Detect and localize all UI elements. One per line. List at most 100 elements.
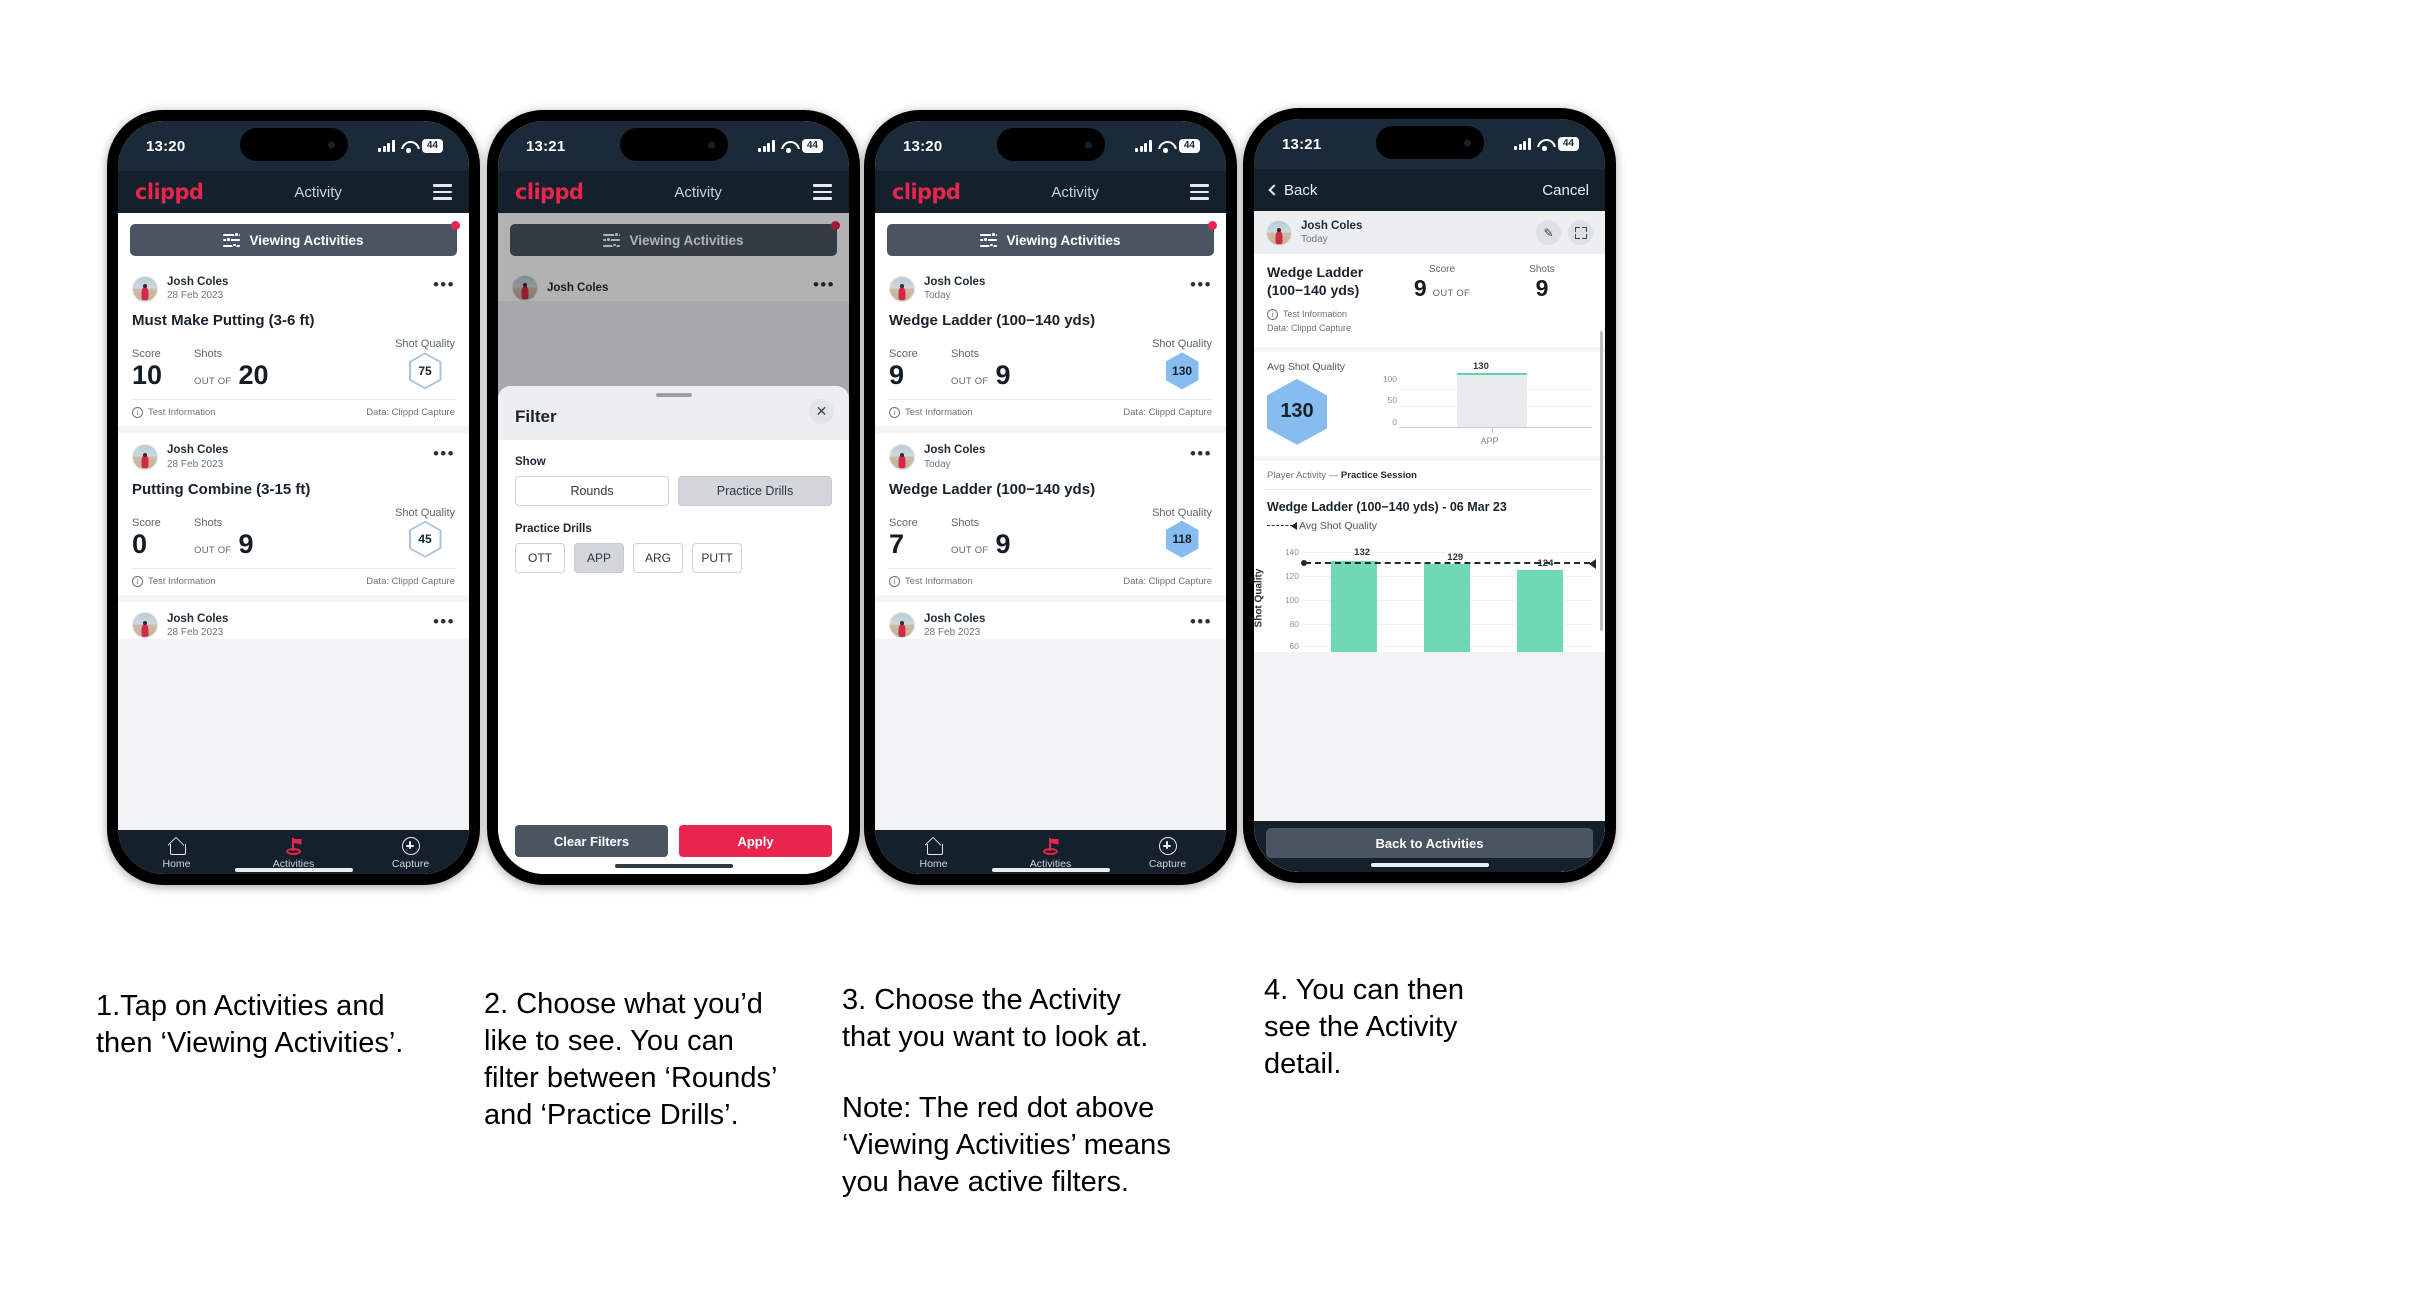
avg-shot-quality-value: 130 xyxy=(1280,400,1314,423)
phone-3-body: Viewing Activities Josh Coles Today ••• xyxy=(875,213,1226,830)
clippd-logo[interactable]: clippd xyxy=(892,180,961,204)
wifi-icon xyxy=(1158,140,1173,153)
hamburger-menu-icon[interactable] xyxy=(1189,184,1209,200)
status-indicators: 44 xyxy=(378,139,443,153)
out-of-label: OUT OF xyxy=(951,544,989,556)
close-icon[interactable]: ✕ xyxy=(809,399,834,424)
score-value: 9 xyxy=(889,360,905,391)
breadcrumb-prefix: Player Activity — xyxy=(1267,469,1339,481)
status-time: 13:21 xyxy=(1282,135,1322,153)
shots-value: 9 xyxy=(1535,275,1549,302)
filter-option-ott[interactable]: OTT xyxy=(515,543,565,573)
phone-4: 13:21 44 Back Cancel Josh Coles Today ✎ … xyxy=(1243,108,1616,883)
card-menu-icon[interactable]: ••• xyxy=(1190,445,1212,464)
tab-activities[interactable]: Activities xyxy=(1014,838,1088,870)
back-button[interactable]: Back xyxy=(1268,182,1317,199)
page-title: Activity xyxy=(674,183,722,201)
test-information[interactable]: i Test Information xyxy=(889,575,973,587)
shots-label: Shots xyxy=(194,516,223,529)
score-metric: Score 10 xyxy=(132,348,194,389)
phone-3-screen: 13:20 44 clippd Activity Viewing Activit… xyxy=(875,121,1226,874)
app-header: clippd Activity xyxy=(875,171,1226,213)
tab-home[interactable]: Home xyxy=(140,838,214,870)
expand-icon[interactable] xyxy=(1568,220,1593,246)
app-mini-bar-chart: 130 100 50 0 APP xyxy=(1377,361,1592,446)
phone-2-body: Viewing Activities Josh Coles ••• Filter… xyxy=(498,213,849,874)
bottom-tab-bar: Home Activities Capture xyxy=(875,830,1226,874)
activity-card[interactable]: Josh Coles 28 Feb 2023 ••• xyxy=(118,601,469,640)
out-of-label: OUT OF xyxy=(951,376,989,388)
activity-date: 28 Feb 2023 xyxy=(167,627,224,639)
card-menu-icon[interactable]: ••• xyxy=(1190,613,1212,632)
score-label: Score xyxy=(1428,264,1456,276)
hamburger-menu-icon[interactable] xyxy=(812,184,832,200)
test-information[interactable]: i Test Information xyxy=(132,407,216,419)
out-of-label: OUT OF xyxy=(194,376,232,388)
card-footer: i Test Information Data: Clippd Capture xyxy=(132,567,455,595)
apply-button[interactable]: Apply xyxy=(679,825,832,857)
data-source-label: Data: Clippd Capture xyxy=(1123,407,1212,419)
viewing-activities-label: Viewing Activities xyxy=(249,232,364,248)
filter-option-putt[interactable]: PUTT xyxy=(692,543,742,573)
activity-card[interactable]: Josh Coles Today ••• Wedge Ladder (100−1… xyxy=(875,265,1226,427)
wifi-icon xyxy=(1537,138,1552,151)
golf-flag-icon xyxy=(285,838,303,855)
clippd-logo[interactable]: clippd xyxy=(135,180,204,204)
activity-card[interactable]: Josh Coles 28 Feb 2023 ••• xyxy=(875,601,1226,640)
card-menu-icon[interactable]: ••• xyxy=(1190,276,1212,295)
bar-label-1: 132 xyxy=(1354,547,1371,559)
filter-option-app[interactable]: APP xyxy=(574,543,624,573)
player-name: Josh Coles xyxy=(924,444,986,457)
filter-option-arg[interactable]: ARG xyxy=(633,543,683,573)
practice-session-section: Player Activity — Practice Session Wedge… xyxy=(1254,460,1605,652)
card-header: Josh Coles 28 Feb 2023 ••• xyxy=(132,443,455,471)
filter-option-rounds[interactable]: Rounds xyxy=(515,476,669,506)
info-icon: i xyxy=(132,575,143,587)
info-icon: i xyxy=(889,575,900,587)
mini-chart-x-label: APP xyxy=(1480,435,1499,446)
activity-card[interactable]: Josh Coles Today ••• Wedge Ladder (100−1… xyxy=(875,433,1226,595)
viewing-activities-button[interactable]: Viewing Activities xyxy=(130,224,457,256)
hamburger-menu-icon[interactable] xyxy=(432,184,452,200)
wifi-icon xyxy=(781,140,796,153)
test-information[interactable]: i Test Information xyxy=(889,407,973,419)
phone-1-screen: 13:20 44 clippd Activity Viewing Activit… xyxy=(118,121,469,874)
pencil-icon[interactable]: ✎ xyxy=(1536,220,1561,246)
detail-scroll-area[interactable]: Josh Coles Today ✎ Wedge Ladder (100−140… xyxy=(1254,211,1605,872)
test-information[interactable]: i Test Information xyxy=(132,575,216,587)
player-name: Josh Coles xyxy=(167,444,229,457)
viewing-activities-button[interactable]: Viewing Activities xyxy=(887,224,1214,256)
tab-capture[interactable]: Capture xyxy=(1131,837,1205,870)
drag-handle[interactable] xyxy=(655,393,692,397)
card-menu-icon[interactable]: ••• xyxy=(433,276,455,295)
clippd-logo[interactable]: clippd xyxy=(515,180,584,204)
activity-card[interactable]: Josh Coles 28 Feb 2023 ••• Putting Combi… xyxy=(118,433,469,595)
test-information[interactable]: i Test Information xyxy=(1267,308,1392,322)
tab-capture-label: Capture xyxy=(391,858,430,870)
shots-label: Shots xyxy=(194,348,223,361)
chart-y-axis-title: Shot Quality xyxy=(1254,568,1265,628)
card-footer: i Test Information Data: Clippd Capture xyxy=(132,399,455,426)
card-menu-icon[interactable]: ••• xyxy=(433,613,455,632)
card-menu-icon[interactable]: ••• xyxy=(433,445,455,464)
shot-quality-metric: Shot Quality 45 xyxy=(395,507,455,558)
card-metrics: Score 0 Shots OUT OF 9 Shot Quality 45 xyxy=(132,507,455,568)
activity-title: Wedge Ladder (100−140 yds) xyxy=(889,480,1096,498)
cellular-signal-icon xyxy=(1514,138,1531,150)
scrollbar[interactable] xyxy=(1600,331,1603,631)
clear-filters-button[interactable]: Clear Filters xyxy=(515,825,668,857)
back-to-activities-button[interactable]: Back to Activities xyxy=(1266,828,1593,858)
phone-2: 13:21 44 clippd Activity Viewing Activit… xyxy=(487,110,860,885)
tab-capture[interactable]: Capture xyxy=(374,837,448,870)
tab-activities[interactable]: Activities xyxy=(257,838,331,870)
activity-card[interactable]: Josh Coles 28 Feb 2023 ••• Must Make Put… xyxy=(118,265,469,427)
filter-option-practice-drills[interactable]: Practice Drills xyxy=(678,476,832,506)
cancel-button[interactable]: Cancel xyxy=(1542,182,1589,199)
detail-summary-right: Score 9 OUT OF Shots 9 xyxy=(1392,264,1592,335)
active-filter-dot xyxy=(1208,221,1217,230)
activity-date: Today xyxy=(924,290,951,302)
shots-metric: Shots 9 xyxy=(1492,264,1592,300)
avg-shot-quality-panel: Avg Shot Quality 130 130 100 50 0 APP xyxy=(1254,351,1605,456)
data-source-label: Data: Clippd Capture xyxy=(366,575,455,587)
tab-home[interactable]: Home xyxy=(897,838,971,870)
